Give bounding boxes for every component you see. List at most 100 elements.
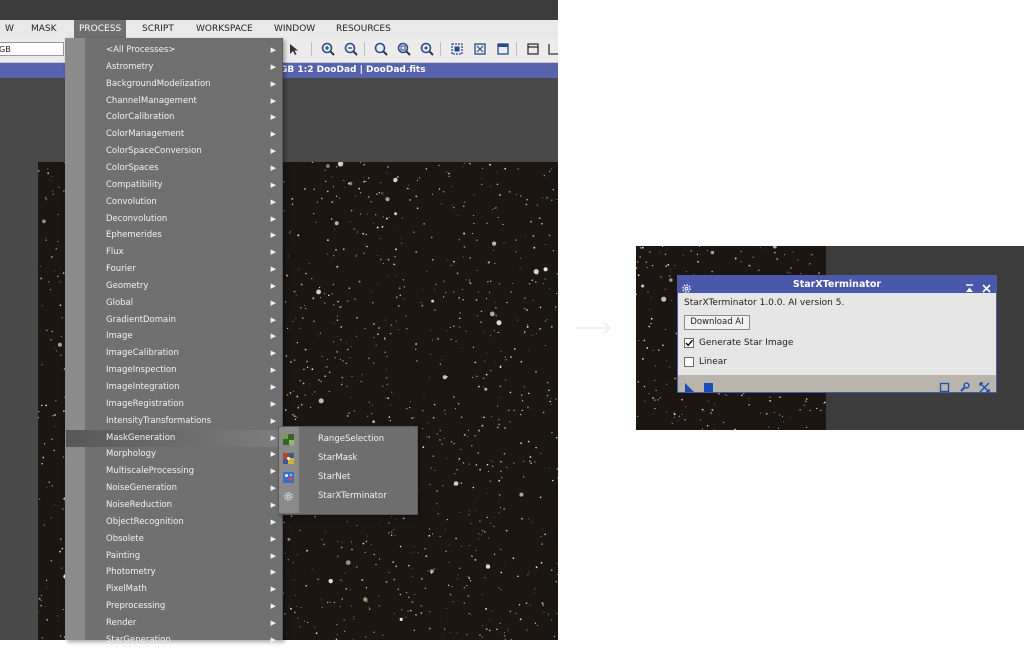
- menu-script[interactable]: SCRIPT: [137, 20, 179, 38]
- menu-item-label: Flux: [106, 247, 124, 258]
- submenu-item-starmask[interactable]: StarMask: [279, 449, 416, 467]
- menu-item-label: Obsolete: [106, 533, 144, 544]
- menu-item-label: Photometry: [106, 567, 156, 578]
- restore-window-icon[interactable]: [495, 41, 511, 57]
- submenu-item-starxterminator[interactable]: StarXTerminator: [279, 487, 416, 505]
- zoom-out-icon[interactable]: [343, 41, 359, 57]
- submenu-arrow-icon: ▶: [270, 163, 276, 172]
- new-window-icon[interactable]: [525, 41, 541, 57]
- menu-mask[interactable]: MASK: [26, 20, 62, 38]
- apply-global-icon[interactable]: [703, 378, 714, 397]
- download-ai-button[interactable]: Download AI: [684, 315, 750, 330]
- view-selector[interactable]: GB: [0, 42, 64, 56]
- menu-item-photometry[interactable]: Photometry ▶: [66, 564, 282, 581]
- menu-item-imagecalibration[interactable]: ImageCalibration ▶: [66, 345, 282, 362]
- menu-item-label: ImageCalibration: [106, 348, 179, 359]
- menu-item-obsolete[interactable]: Obsolete ▶: [66, 531, 282, 548]
- submenu-arrow-icon: ▶: [270, 147, 276, 156]
- submenu-arrow-icon: ▶: [270, 500, 276, 509]
- submenu-arrow-icon: ▶: [270, 551, 276, 560]
- menu-item-intensitytransformations[interactable]: IntensityTransformations ▶: [66, 413, 282, 430]
- menu-process[interactable]: PROCESS: [74, 20, 127, 38]
- menu-item-noisereduction[interactable]: NoiseReduction ▶: [66, 497, 282, 514]
- menu-item-convolution[interactable]: Convolution ▶: [66, 194, 282, 211]
- dialog-title-bar[interactable]: StarXTerminator: [678, 276, 996, 293]
- menu-item-imageintegration[interactable]: ImageIntegration ▶: [66, 379, 282, 396]
- linear-checkbox[interactable]: [684, 357, 694, 367]
- menu-item-image[interactable]: Image ▶: [66, 328, 282, 345]
- menu-item-colorcalibration[interactable]: ColorCalibration ▶: [66, 109, 282, 126]
- menu-item-astrometry[interactable]: Astrometry ▶: [66, 59, 282, 76]
- menu-item-deconvolution[interactable]: Deconvolution ▶: [66, 211, 282, 228]
- menu-item-label: ChannelManagement: [106, 95, 197, 106]
- submenu-arrow-icon: ▶: [270, 399, 276, 408]
- close-icon[interactable]: [981, 279, 992, 298]
- menu-item-label: Preprocessing: [106, 601, 166, 612]
- menu-item-stargeneration[interactable]: StarGeneration ▶: [66, 632, 282, 649]
- menu-item-all-processes[interactable]: <All Processes> ▶: [66, 42, 282, 59]
- menu-item-compatibility[interactable]: Compatibility ▶: [66, 177, 282, 194]
- zoom-to-fit-icon[interactable]: [472, 41, 488, 57]
- shade-icon[interactable]: [964, 279, 975, 298]
- menu-item-geometry[interactable]: Geometry ▶: [66, 278, 282, 295]
- reset-icon[interactable]: [979, 378, 990, 397]
- menu-item-label: StarGeneration: [106, 634, 171, 645]
- menu-item-noisegeneration[interactable]: NoiseGeneration ▶: [66, 480, 282, 497]
- submenu-item-rangeselection[interactable]: RangeSelection: [279, 430, 416, 448]
- submenu-arrow-icon: ▶: [270, 130, 276, 139]
- menu-item-label: ColorCalibration: [106, 112, 175, 123]
- menu-item-global[interactable]: Global ▶: [66, 295, 282, 312]
- zoom-fit-icon[interactable]: [396, 41, 412, 57]
- menu-item-backgroundmodelization[interactable]: BackgroundModelization ▶: [66, 76, 282, 93]
- menu-item-fourier[interactable]: Fourier ▶: [66, 261, 282, 278]
- menu-item-colorspaceconversion[interactable]: ColorSpaceConversion ▶: [66, 143, 282, 160]
- menu-item-morphology[interactable]: Morphology ▶: [66, 446, 282, 463]
- menu-item-ephemerides[interactable]: Ephemerides ▶: [66, 227, 282, 244]
- pointer-icon[interactable]: [285, 41, 301, 57]
- submenu-arrow-icon: ▶: [270, 585, 276, 594]
- menu-item-objectrecognition[interactable]: ObjectRecognition ▶: [66, 514, 282, 531]
- menu-item-imageregistration[interactable]: ImageRegistration ▶: [66, 396, 282, 413]
- menu-item-label: Global: [106, 297, 134, 308]
- submenu-arrow-icon: ▶: [270, 265, 276, 274]
- zoom-1-1-icon[interactable]: [373, 41, 389, 57]
- submenu-arrow-icon: ▶: [270, 180, 276, 189]
- menu-item-channelmanagement[interactable]: ChannelManagement ▶: [66, 93, 282, 110]
- submenu-item-starnet[interactable]: StarNet: [279, 468, 416, 486]
- zoom-region-icon[interactable]: [419, 41, 435, 57]
- menu-item-label: ColorManagement: [106, 129, 185, 140]
- menu-item-painting[interactable]: Painting ▶: [66, 548, 282, 565]
- menu-view[interactable]: W: [0, 20, 19, 38]
- menu-item-colormanagement[interactable]: ColorManagement ▶: [66, 126, 282, 143]
- menu-item-label: Ephemerides: [106, 230, 162, 241]
- menu-item-imageinspection[interactable]: ImageInspection ▶: [66, 362, 282, 379]
- preview-icon[interactable]: [939, 378, 950, 397]
- gear-icon: [283, 491, 294, 502]
- menu-item-render[interactable]: Render ▶: [66, 615, 282, 632]
- zoom-in-icon[interactable]: [320, 41, 336, 57]
- fit-view-icon[interactable]: [449, 41, 465, 57]
- menu-item-flux[interactable]: Flux ▶: [66, 244, 282, 261]
- dialog-footer-bar: [678, 375, 996, 393]
- layout-icon[interactable]: [545, 41, 561, 57]
- menu-item-maskgeneration[interactable]: MaskGeneration ▶: [66, 429, 282, 447]
- menu-item-label: NoiseGeneration: [106, 483, 177, 494]
- submenu-arrow-icon: ▶: [270, 214, 276, 223]
- menu-item-multiscaleprocessing[interactable]: MultiscaleProcessing ▶: [66, 463, 282, 480]
- generate-star-image-checkbox[interactable]: [684, 338, 694, 348]
- wrench-icon[interactable]: [959, 378, 970, 397]
- menu-window[interactable]: WINDOW: [269, 20, 320, 38]
- menu-item-label: Geometry: [106, 280, 149, 291]
- menu-item-label: BackgroundModelization: [106, 78, 211, 89]
- menu-item-label: ImageIntegration: [106, 382, 180, 392]
- menu-item-colorspaces[interactable]: ColorSpaces ▶: [66, 160, 282, 177]
- submenu-arrow-icon: ▶: [270, 416, 276, 425]
- menu-workspace[interactable]: WORKSPACE: [191, 20, 258, 38]
- menu-item-gradientdomain[interactable]: GradientDomain ▶: [66, 312, 282, 329]
- new-instance-icon[interactable]: [684, 378, 695, 397]
- menu-item-pixelmath[interactable]: PixelMath ▶: [66, 581, 282, 598]
- menu-resources[interactable]: RESOURCES: [331, 20, 396, 38]
- menu-item-label: ImageInspection: [106, 365, 177, 376]
- menu-item-preprocessing[interactable]: Preprocessing ▶: [66, 598, 282, 615]
- submenu-arrow-icon: ▶: [270, 618, 276, 627]
